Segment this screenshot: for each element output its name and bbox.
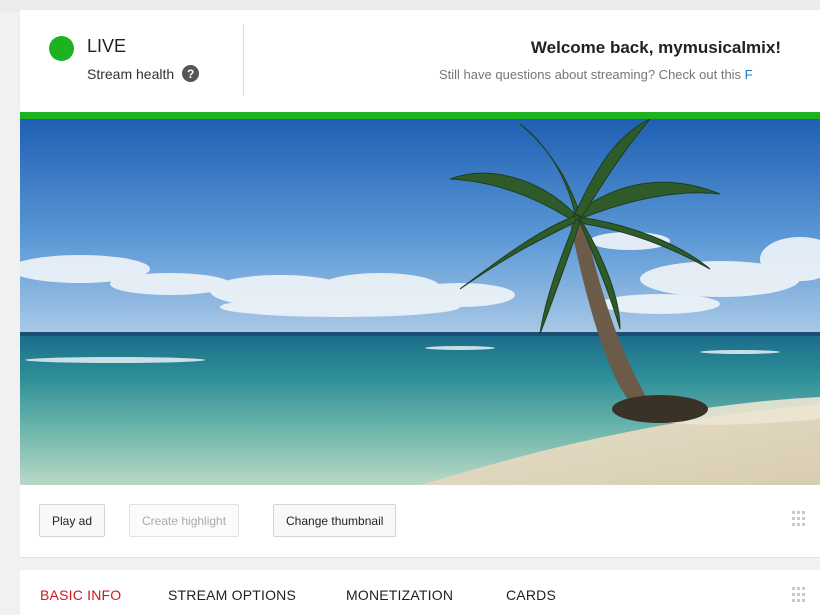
tab-cards[interactable]: CARDS: [506, 587, 556, 603]
create-highlight-button[interactable]: Create highlight: [129, 504, 240, 537]
question-mark-icon[interactable]: ?: [182, 65, 200, 82]
change-thumbnail-button[interactable]: Change thumbnail: [273, 504, 397, 537]
stream-health: Stream health ?: [87, 65, 200, 82]
tab-monetization[interactable]: MONETIZATION: [346, 587, 453, 603]
play-ad-button[interactable]: Play ad: [39, 504, 106, 537]
tab-basic-info[interactable]: BASIC INFO: [40, 587, 121, 603]
beach-scene-image: [20, 119, 820, 485]
welcome-title: Welcome back, mymusicalmix!: [530, 38, 781, 57]
live-video-preview[interactable]: [20, 119, 820, 485]
help-link[interactable]: F: [745, 67, 753, 82]
stream-health-label: Stream health: [87, 65, 175, 82]
welcome-message: Still have questions about streaming? Ch…: [439, 67, 753, 82]
live-status-indicator: [49, 36, 74, 61]
drag-handle-icon[interactable]: [792, 511, 808, 527]
welcome-message-text: Still have questions about streaming? Ch…: [439, 67, 745, 82]
stream-controls: Play ad Create highlight Change thumbnai…: [20, 485, 820, 558]
tab-stream-options[interactable]: STREAM OPTIONS: [168, 587, 296, 603]
info-tabs: BASIC INFO STREAM OPTIONS MONETIZATION C…: [20, 570, 820, 615]
live-status-bar: [20, 112, 820, 119]
live-label: LIVE: [87, 36, 127, 56]
stream-status-header: LIVE Stream health ? Welcome back, mymus…: [20, 10, 820, 112]
header-divider: [243, 24, 244, 96]
drag-handle-icon[interactable]: [792, 587, 808, 603]
